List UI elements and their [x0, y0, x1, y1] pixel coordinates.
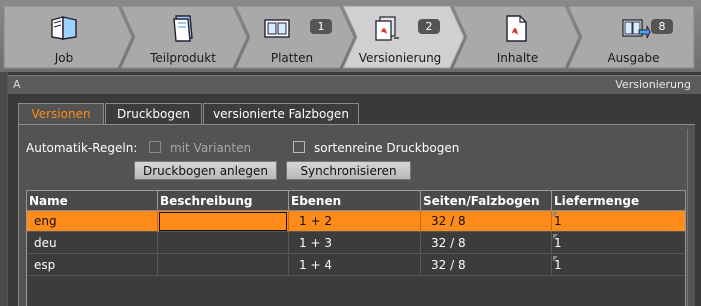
job-icon [49, 14, 79, 42]
panel-left-label: A [13, 78, 21, 91]
step-label: Inhalte [496, 51, 539, 65]
cell-layers: 1 + 2 [299, 214, 332, 228]
tab-versionierte-falzbogen[interactable]: versionierte Falzbogen [203, 103, 359, 125]
step-badge: 8 [651, 19, 673, 34]
left-panel-strip [0, 72, 8, 306]
cell-divider [157, 233, 158, 254]
pdf-content-icon [501, 14, 531, 42]
cell-divider [288, 255, 289, 276]
cell-divider [551, 233, 552, 254]
part-product-icon [168, 14, 198, 42]
column-divider[interactable] [551, 191, 552, 211]
step-label: Platten [270, 51, 314, 65]
cell-pages: 32 / 8 [431, 236, 466, 250]
plates-icon [262, 14, 292, 42]
workflow-step-bar: Job Teilprodukt 1 Platten 2 Versionierun… [0, 0, 701, 72]
cell-name: eng [34, 214, 57, 228]
synchronize-button[interactable]: Synchronisieren [286, 161, 411, 180]
step-label: Job [54, 51, 74, 65]
step-inhalte[interactable]: Inhalte [460, 4, 575, 68]
cell-divider [420, 255, 421, 276]
cell-divider [420, 233, 421, 254]
cell-quantity[interactable]: 1 [554, 258, 562, 272]
tab-druckbogen[interactable]: Druckbogen [105, 103, 202, 125]
with-variants-label: mit Varianten [170, 141, 252, 155]
step-platten[interactable]: 1 Platten [240, 4, 344, 68]
step-label: Teilprodukt [150, 51, 216, 65]
step-label: Ausgabe [607, 51, 660, 65]
table-row[interactable]: deu 1 + 3 32 / 8 1 [27, 233, 685, 254]
table-row[interactable]: eng 1 + 2 32 / 8 1 [27, 211, 685, 232]
description-edit-field[interactable] [159, 212, 287, 231]
cell-pages: 32 / 8 [431, 214, 466, 228]
step-badge: 1 [310, 19, 332, 34]
step-label: Versionierung [358, 51, 442, 65]
column-header-pages[interactable]: Seiten/Falzbogen [423, 194, 540, 208]
tab-versionen[interactable]: Versionen [18, 103, 104, 126]
step-ausgabe[interactable]: 8 Ausgabe [575, 4, 692, 68]
cell-divider [157, 211, 158, 232]
step-versionierung[interactable]: 2 Versionierung [345, 4, 455, 68]
cell-pages: 32 / 8 [431, 258, 466, 272]
column-divider[interactable] [288, 191, 289, 211]
column-header-name[interactable]: Name [29, 194, 68, 208]
automatic-rules-label: Automatik-Regeln: [26, 141, 138, 155]
versioning-icon [372, 14, 402, 42]
create-sheets-button[interactable]: Druckbogen anlegen [134, 161, 277, 180]
cell-quantity[interactable]: 1 [554, 236, 562, 250]
cell-divider [288, 233, 289, 254]
cell-name: deu [34, 236, 57, 250]
panel-header: A Versionierung [8, 75, 701, 94]
step-teilprodukt[interactable]: Teilprodukt [124, 4, 242, 68]
cell-layers: 1 + 4 [299, 258, 332, 272]
cell-divider [551, 211, 552, 232]
panel-title: Versionierung [615, 78, 691, 91]
sorted-sheets-checkbox[interactable] [293, 141, 305, 153]
with-variants-checkbox[interactable] [149, 141, 161, 153]
cell-name: esp [34, 258, 56, 272]
cell-divider [157, 255, 158, 276]
cell-quantity[interactable]: 1 [554, 214, 562, 228]
column-divider[interactable] [157, 191, 158, 211]
cell-divider [420, 211, 421, 232]
content-right-edge [687, 129, 688, 306]
step-job[interactable]: Job [4, 4, 124, 68]
column-header-quantity[interactable]: Liefermenge [554, 194, 639, 208]
cell-divider [288, 211, 289, 232]
table-row[interactable]: esp 1 + 4 32 / 8 1 [27, 255, 685, 276]
column-header-layers[interactable]: Ebenen [291, 194, 341, 208]
step-badge: 2 [418, 19, 440, 34]
sorted-sheets-label: sortenreine Druckbogen [314, 141, 460, 155]
column-header-description[interactable]: Beschreibung [160, 194, 253, 208]
table-header: Name Beschreibung Ebenen Seiten/Falzboge… [27, 191, 685, 211]
cell-divider [551, 255, 552, 276]
cell-layers: 1 + 3 [299, 236, 332, 250]
output-icon [621, 14, 651, 42]
column-divider[interactable] [420, 191, 421, 211]
versions-table: Name Beschreibung Ebenen Seiten/Falzboge… [26, 190, 686, 306]
